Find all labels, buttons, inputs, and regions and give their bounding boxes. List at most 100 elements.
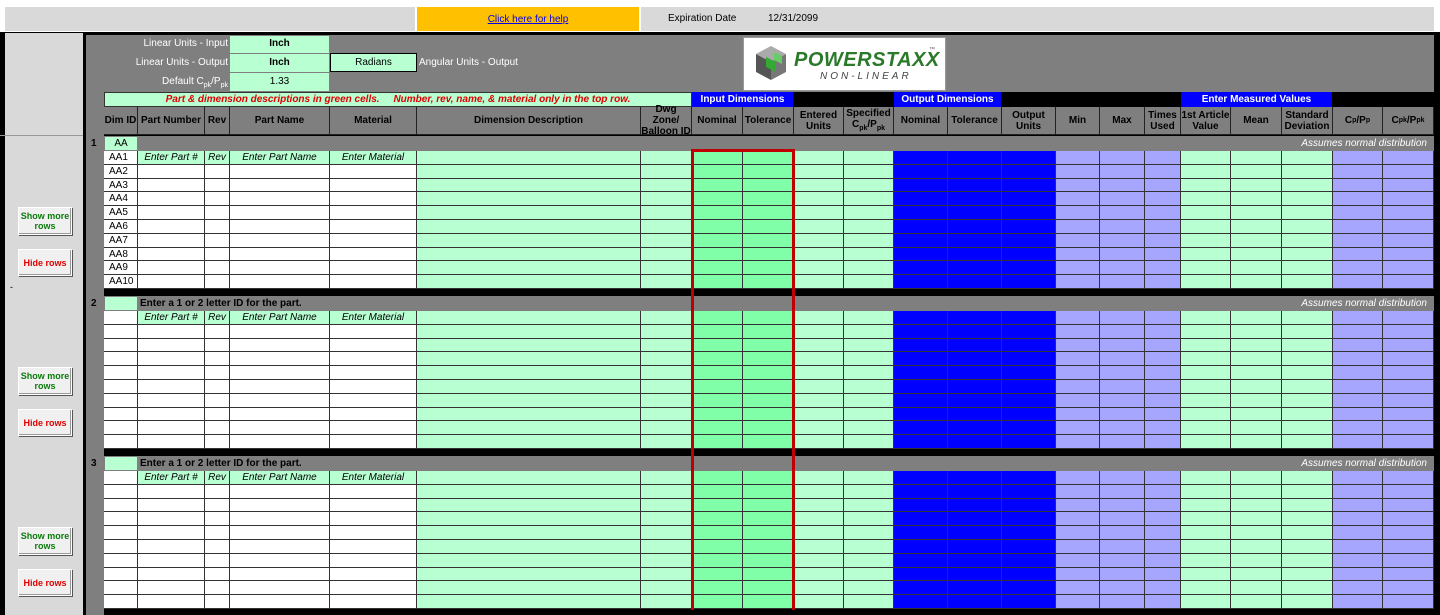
grid-cell-pn[interactable] xyxy=(138,220,205,234)
grid-cell-dwg[interactable] xyxy=(641,247,692,262)
grid-cell-pn[interactable] xyxy=(138,393,205,408)
grid-cell-tol[interactable] xyxy=(743,178,794,193)
grid-cell-onom[interactable] xyxy=(894,206,948,220)
grid-cell-cp[interactable] xyxy=(1333,512,1383,527)
grid-cell-first[interactable] xyxy=(1181,526,1231,540)
grid-cell-dim[interactable] xyxy=(104,471,138,485)
grid-cell-dim[interactable] xyxy=(104,512,138,527)
grid-cell-spec[interactable] xyxy=(844,498,894,513)
grid-cell-pn[interactable]: Enter Part # xyxy=(138,151,205,165)
grid-cell-desc[interactable] xyxy=(417,338,641,353)
grid-cell-ounits[interactable] xyxy=(1002,247,1056,262)
grid-cell-otol[interactable] xyxy=(948,220,1002,234)
grid-cell-onom[interactable] xyxy=(894,595,948,609)
grid-cell-max[interactable] xyxy=(1100,233,1145,248)
grid-cell-dwg[interactable] xyxy=(641,421,692,436)
grid-cell-pname[interactable] xyxy=(230,393,330,408)
grid-cell-std[interactable] xyxy=(1282,233,1333,248)
grid-cell-dim[interactable] xyxy=(104,380,138,394)
grid-cell-dwg[interactable] xyxy=(641,275,692,289)
grid-cell-ent[interactable] xyxy=(794,595,844,609)
grid-cell-max[interactable] xyxy=(1100,275,1145,289)
grid-cell-pn[interactable] xyxy=(138,192,205,207)
grid-cell-dim[interactable] xyxy=(104,526,138,540)
grid-cell-mean[interactable] xyxy=(1231,526,1282,540)
grid-cell-dwg[interactable] xyxy=(641,512,692,527)
grid-cell-min[interactable] xyxy=(1056,233,1100,248)
grid-cell-otol[interactable] xyxy=(948,484,1002,499)
grid-cell-cp[interactable] xyxy=(1333,192,1383,207)
grid-cell-cp[interactable] xyxy=(1333,366,1383,380)
grid-cell-spec[interactable] xyxy=(844,484,894,499)
grid-cell-min[interactable] xyxy=(1056,192,1100,207)
grid-cell-mean[interactable] xyxy=(1231,540,1282,554)
grid-cell-dim[interactable] xyxy=(104,393,138,408)
grid-cell-mean[interactable] xyxy=(1231,567,1282,582)
grid-cell-rev[interactable] xyxy=(205,164,230,179)
grid-cell-max[interactable] xyxy=(1100,512,1145,527)
grid-cell-cpk[interactable] xyxy=(1383,233,1434,248)
grid-cell-times[interactable] xyxy=(1145,484,1181,499)
grid-cell-ounits[interactable] xyxy=(1002,471,1056,485)
grid-cell-tol[interactable] xyxy=(743,553,794,568)
grid-cell-cpk[interactable] xyxy=(1383,567,1434,582)
grid-cell-onom[interactable] xyxy=(894,526,948,540)
grid-cell-mat[interactable] xyxy=(330,178,417,193)
grid-cell-ent[interactable] xyxy=(794,498,844,513)
grid-cell-nom[interactable] xyxy=(692,421,743,436)
grid-cell-rev[interactable] xyxy=(205,220,230,234)
grid-cell-nom[interactable] xyxy=(692,553,743,568)
grid-cell-nom[interactable] xyxy=(692,471,743,485)
grid-cell-cpk[interactable] xyxy=(1383,338,1434,353)
grid-cell-pn[interactable] xyxy=(138,581,205,596)
grid-cell-dim[interactable]: AA7 xyxy=(104,233,138,248)
grid-cell-spec[interactable] xyxy=(844,192,894,207)
grid-cell-mean[interactable] xyxy=(1231,261,1282,276)
grid-cell-dwg[interactable] xyxy=(641,338,692,353)
grid-cell-times[interactable] xyxy=(1145,192,1181,207)
grid-cell-ent[interactable] xyxy=(794,407,844,422)
grid-cell-first[interactable] xyxy=(1181,275,1231,289)
grid-cell-ent[interactable] xyxy=(794,178,844,193)
grid-cell-mean[interactable] xyxy=(1231,311,1282,325)
grid-cell-max[interactable] xyxy=(1100,595,1145,609)
grid-cell-tol[interactable] xyxy=(743,540,794,554)
grid-cell-nom[interactable] xyxy=(692,164,743,179)
grid-cell-pn[interactable] xyxy=(138,567,205,582)
grid-cell-rev[interactable] xyxy=(205,484,230,499)
grid-cell-desc[interactable] xyxy=(417,366,641,380)
grid-cell-min[interactable] xyxy=(1056,435,1100,449)
grid-cell-first[interactable] xyxy=(1181,512,1231,527)
grid-cell-mat[interactable] xyxy=(330,498,417,513)
grid-cell-cpk[interactable] xyxy=(1383,435,1434,449)
grid-cell-cpk[interactable] xyxy=(1383,595,1434,609)
grid-cell-desc[interactable] xyxy=(417,380,641,394)
grid-cell-cpk[interactable] xyxy=(1383,393,1434,408)
grid-cell-desc[interactable] xyxy=(417,581,641,596)
grid-cell-cpk[interactable] xyxy=(1383,247,1434,262)
grid-cell-dim[interactable] xyxy=(104,595,138,609)
grid-cell-dwg[interactable] xyxy=(641,380,692,394)
grid-cell-first[interactable] xyxy=(1181,338,1231,353)
grid-cell-otol[interactable] xyxy=(948,471,1002,485)
grid-cell-pname[interactable]: Enter Part Name xyxy=(230,311,330,325)
grid-cell-onom[interactable] xyxy=(894,151,948,165)
grid-cell-otol[interactable] xyxy=(948,567,1002,582)
grid-cell-rev[interactable] xyxy=(205,380,230,394)
grid-cell-dwg[interactable] xyxy=(641,498,692,513)
grid-cell-onom[interactable] xyxy=(894,366,948,380)
grid-cell-onom[interactable] xyxy=(894,421,948,436)
grid-cell-times[interactable] xyxy=(1145,407,1181,422)
grid-cell-pname[interactable] xyxy=(230,581,330,596)
grid-cell-pname[interactable]: Enter Part Name xyxy=(230,151,330,165)
grid-cell-onom[interactable] xyxy=(894,311,948,325)
grid-cell-spec[interactable] xyxy=(844,553,894,568)
grid-cell-first[interactable] xyxy=(1181,498,1231,513)
grid-cell-times[interactable] xyxy=(1145,380,1181,394)
grid-cell-otol[interactable] xyxy=(948,178,1002,193)
grid-cell-ent[interactable] xyxy=(794,324,844,339)
grid-cell-mat[interactable]: Enter Material xyxy=(330,471,417,485)
grid-cell-nom[interactable] xyxy=(692,498,743,513)
grid-cell-min[interactable] xyxy=(1056,498,1100,513)
grid-cell-pn[interactable] xyxy=(138,164,205,179)
